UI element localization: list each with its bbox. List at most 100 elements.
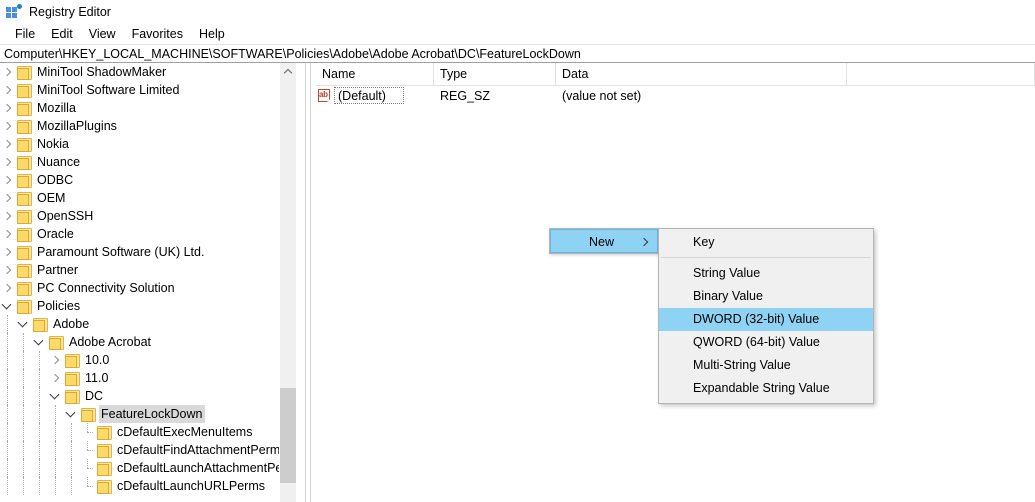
chevron-right-icon[interactable]	[0, 117, 16, 135]
column-header-data[interactable]: Data	[556, 63, 847, 85]
tree-item[interactable]: 10.0	[0, 351, 296, 369]
menu-view[interactable]: View	[81, 26, 124, 43]
tree-indent-guide	[32, 423, 48, 441]
tree-indent-guide	[0, 351, 16, 369]
folder-icon	[16, 101, 32, 115]
tree-item[interactable]: cDefaultFindAttachmentPerms	[0, 441, 296, 459]
tree-item[interactable]: Policies	[0, 297, 296, 315]
tree-item[interactable]: Adobe	[0, 315, 296, 333]
tree-item[interactable]: PC Connectivity Solution	[0, 279, 296, 297]
string-value-icon: ab	[318, 89, 331, 103]
chevron-right-icon[interactable]	[0, 279, 16, 297]
chevron-right-icon[interactable]	[0, 261, 16, 279]
tree-indent-guide	[64, 477, 80, 495]
chevron-right-icon[interactable]	[0, 189, 16, 207]
tree-item[interactable]: Oracle	[0, 225, 296, 243]
tree-indent-guide	[48, 423, 64, 441]
tree-item[interactable]: cDefaultLaunchURLPerms	[0, 477, 296, 495]
tree-indent-guide	[16, 387, 32, 405]
tree-item[interactable]: MiniTool Software Limited	[0, 81, 296, 99]
tree-item[interactable]: OpenSSH	[0, 207, 296, 225]
tree-item[interactable]: MiniTool ShadowMaker	[0, 63, 296, 81]
chevron-down-icon[interactable]	[16, 315, 32, 333]
column-header-name[interactable]: Name	[316, 63, 434, 85]
tree-indent-guide	[64, 459, 80, 477]
menu-edit[interactable]: Edit	[43, 26, 81, 43]
address-bar[interactable]: Computer\HKEY_LOCAL_MACHINE\SOFTWARE\Pol…	[0, 44, 1035, 63]
chevron-right-icon[interactable]	[0, 153, 16, 171]
chevron-right-icon[interactable]	[0, 225, 16, 243]
submenu-item[interactable]: String Value	[659, 262, 873, 285]
tree-item[interactable]: MozillaPlugins	[0, 117, 296, 135]
registry-tree-pane[interactable]: MiniTool ShadowMakerMiniTool Software Li…	[0, 63, 296, 502]
tree-item[interactable]: Adobe Acrobat	[0, 333, 296, 351]
submenu-item[interactable]: QWORD (64-bit) Value	[659, 331, 873, 354]
tree-indent-guide	[48, 459, 64, 477]
chevron-right-icon[interactable]	[0, 81, 16, 99]
submenu-item[interactable]: Multi-String Value	[659, 354, 873, 377]
chevron-right-icon[interactable]	[0, 171, 16, 189]
tree-item-label: cDefaultLaunchURLPerms	[115, 477, 268, 495]
submenu-item[interactable]: Expandable String Value	[659, 377, 873, 400]
menu-favorites[interactable]: Favorites	[124, 26, 191, 43]
tree-item[interactable]: Paramount Software (UK) Ltd.	[0, 243, 296, 261]
tree-indent-guide	[16, 477, 32, 495]
context-submenu-new-types[interactable]: Key String ValueBinary ValueDWORD (32-bit…	[658, 228, 874, 404]
column-header-blank[interactable]	[847, 63, 1035, 85]
tree-indent-guide	[48, 405, 64, 423]
chevron-down-icon[interactable]	[0, 297, 16, 315]
submenu-item[interactable]: Key	[659, 231, 873, 254]
tree-item[interactable]: Nokia	[0, 135, 296, 153]
tree-item[interactable]: cDefaultExecMenuItems	[0, 423, 296, 441]
tree-item[interactable]: Mozilla	[0, 99, 296, 117]
tree-item-label: Adobe Acrobat	[67, 333, 154, 351]
tree-indent-guide	[0, 333, 16, 351]
folder-icon	[16, 137, 32, 151]
tree-item[interactable]: Partner	[0, 261, 296, 279]
column-header-type[interactable]: Type	[434, 63, 556, 85]
tree-vertical-scrollbar[interactable]	[279, 63, 296, 502]
tree-item[interactable]: DC	[0, 387, 296, 405]
tree-indent-guide	[0, 477, 16, 495]
tree-indent-guide	[0, 387, 16, 405]
chevron-right-icon[interactable]	[0, 135, 16, 153]
chevron-down-icon[interactable]	[48, 387, 64, 405]
tree-indent-guide	[32, 351, 48, 369]
chevron-right-icon[interactable]	[48, 351, 64, 369]
chevron-right-icon[interactable]	[0, 207, 16, 225]
submenu-item[interactable]: Binary Value	[659, 285, 873, 308]
chevron-right-icon[interactable]	[48, 369, 64, 387]
tree-item-label: cDefaultFindAttachmentPerms	[115, 441, 290, 459]
title-bar: Registry Editor	[0, 0, 1035, 24]
tree-indent-guide	[32, 387, 48, 405]
menu-file[interactable]: File	[7, 26, 43, 43]
tree-item-label: cDefaultLaunchAttachmentPerms	[115, 459, 296, 477]
table-row[interactable]: ab(Default)REG_SZ(value not set)	[316, 86, 1035, 106]
tree-indent-guide	[64, 441, 80, 459]
tree-item[interactable]: cDefaultLaunchAttachmentPerms	[0, 459, 296, 477]
tree-item[interactable]: ODBC	[0, 171, 296, 189]
folder-icon	[16, 83, 32, 97]
chevron-right-icon[interactable]	[0, 63, 16, 81]
context-menu-item-new[interactable]: New	[550, 229, 658, 253]
chevron-right-icon	[640, 238, 648, 246]
tree-item[interactable]: 11.0	[0, 369, 296, 387]
tree-item-label: Oracle	[35, 225, 77, 243]
menu-help[interactable]: Help	[191, 26, 233, 43]
tree-item-label: 11.0	[83, 369, 111, 387]
tree-item[interactable]: OEM	[0, 189, 296, 207]
chevron-down-icon[interactable]	[64, 405, 80, 423]
chevron-right-icon[interactable]	[0, 99, 16, 117]
scrollbar-thumb[interactable]	[280, 388, 296, 483]
tree-item-label: Partner	[35, 261, 81, 279]
folder-icon	[16, 191, 32, 205]
chevron-down-icon[interactable]	[32, 333, 48, 351]
folder-icon	[32, 317, 48, 331]
chevron-right-icon[interactable]	[0, 243, 16, 261]
scroll-up-arrow-icon[interactable]	[280, 63, 296, 80]
context-menu-new[interactable]: New	[549, 228, 659, 254]
pane-splitter[interactable]	[296, 63, 317, 502]
tree-item[interactable]: Nuance	[0, 153, 296, 171]
submenu-item[interactable]: DWORD (32-bit) Value	[659, 308, 873, 331]
tree-item[interactable]: FeatureLockDown	[0, 405, 296, 423]
